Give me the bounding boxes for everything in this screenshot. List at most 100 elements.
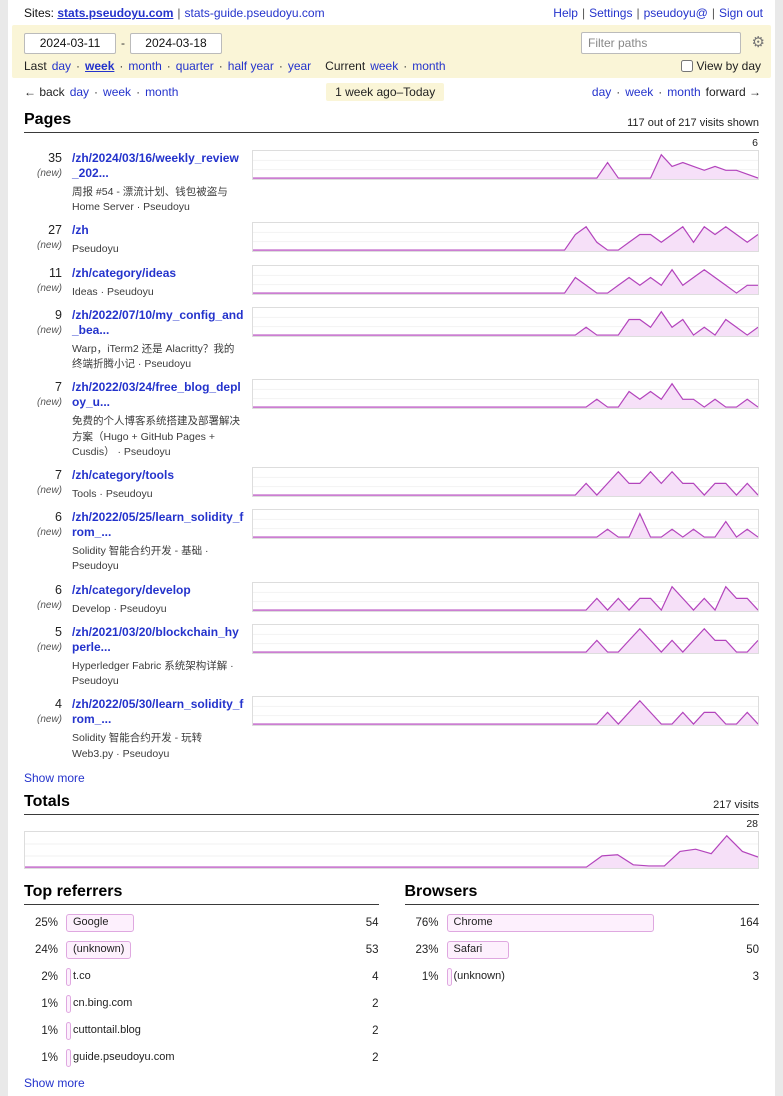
- referrer-count: 53: [345, 944, 379, 956]
- page-chart-col: [252, 307, 759, 372]
- page-visit-count: 27: [24, 223, 62, 237]
- page-path-link[interactable]: /zh/category/tools: [72, 468, 244, 483]
- page-new-badge: (new): [24, 527, 62, 538]
- page-chart-col: [252, 467, 759, 502]
- referrer-percent: 24%: [24, 944, 58, 956]
- period-link[interactable]: week: [85, 59, 114, 73]
- referrer-row: 1% cuttontail.blog 2: [24, 1022, 379, 1040]
- page-path-link[interactable]: /zh/category/ideas: [72, 266, 244, 281]
- page-title-text: Tools · Pseudoyu: [72, 487, 244, 502]
- page-visit-count: 7: [24, 468, 62, 482]
- page-row: 35 (new) /zh/2024/03/16/weekly_review_20…: [24, 150, 759, 215]
- page-visit-count: 9: [24, 308, 62, 322]
- period-link[interactable]: month: [128, 59, 161, 73]
- site-link[interactable]: stats-guide.pseudoyu.com: [185, 6, 325, 20]
- account-nav-link[interactable]: Sign out: [719, 6, 763, 20]
- page-sparkline-chart: [252, 307, 759, 337]
- separator: |: [712, 6, 715, 20]
- page-new-badge: (new): [24, 325, 62, 336]
- referrer-row: 25% Google 54: [24, 914, 379, 932]
- referrer-name: (unknown): [73, 943, 124, 955]
- chart-max-label: 6: [752, 137, 758, 149]
- page-count-col: 7 (new): [24, 379, 62, 460]
- page-title-text: Solidity 智能合约开发 - 玩转 Web3.py · Pseudoyu: [72, 731, 244, 761]
- pages-show-more-link[interactable]: Show more: [24, 771, 85, 785]
- totals-chart: [24, 831, 759, 869]
- date-from-input[interactable]: [24, 33, 116, 54]
- page-path-link[interactable]: /zh/2021/03/20/blockchain_hyperle...: [72, 625, 244, 655]
- forward-period-link[interactable]: week: [625, 85, 653, 99]
- referrer-count: 2: [345, 998, 379, 1010]
- page-path-col: /zh/2022/07/10/my_config_and_bea... Warp…: [62, 307, 252, 372]
- page-row: 9 (new) /zh/2022/07/10/my_config_and_bea…: [24, 307, 759, 372]
- page-row: 6 (new) /zh/category/develop Develop · P…: [24, 582, 759, 617]
- period-link[interactable]: quarter: [176, 59, 214, 73]
- page-chart-col: [252, 696, 759, 761]
- referrer-row: 1% cn.bing.com 2: [24, 995, 379, 1013]
- current-label: Current: [325, 59, 365, 73]
- page-sparkline-chart: [252, 582, 759, 612]
- page-path-col: /zh/category/develop Develop · Pseudoyu: [62, 582, 252, 617]
- page-visit-count: 6: [24, 510, 62, 524]
- toolbar-periods-row: Last dayweekmonthquarterhalf yearyear Cu…: [24, 59, 761, 73]
- browser-bar-track: Safari: [447, 941, 720, 959]
- page-title-text: Warp，iTerm2 还是 Alacritty？我的终端折腾小记 · Pseu…: [72, 342, 244, 372]
- view-by-day-checkbox[interactable]: [681, 60, 693, 72]
- forward-period-link[interactable]: month: [667, 85, 700, 99]
- page-path-link[interactable]: /zh/2022/03/24/free_blog_deploy_u...: [72, 380, 244, 410]
- current-period-link[interactable]: week: [370, 59, 398, 73]
- page-path-link[interactable]: /zh/2024/03/16/weekly_review_202...: [72, 151, 244, 181]
- referrers-show-more-link[interactable]: Show more: [24, 1076, 85, 1090]
- page-path-link[interactable]: /zh: [72, 223, 244, 238]
- browser-row: 23% Safari 50: [405, 941, 760, 959]
- referrer-percent: 1%: [24, 1052, 58, 1064]
- page-chart-col: [252, 624, 759, 689]
- sites-list: Sites: stats.pseudoyu.com|stats-guide.ps…: [24, 6, 325, 20]
- page-chart-col: [252, 222, 759, 257]
- period-link[interactable]: half year: [228, 59, 274, 73]
- page-title-text: 免费的个人博客系统搭建及部署解决方案（Hugo + GitHub Pages +…: [72, 414, 244, 460]
- browser-name: Chrome: [454, 916, 493, 928]
- referrer-bar-track: cn.bing.com: [66, 995, 339, 1013]
- back-period-link[interactable]: month: [145, 85, 178, 99]
- account-nav-link[interactable]: Help: [553, 6, 578, 20]
- sites-links: stats.pseudoyu.com|stats-guide.pseudoyu.…: [57, 6, 324, 20]
- date-to-input[interactable]: [130, 33, 222, 54]
- browser-name: (unknown): [454, 970, 505, 982]
- page-row: 6 (new) /zh/2022/05/25/learn_solidity_fr…: [24, 509, 759, 574]
- browser-count: 164: [725, 917, 759, 929]
- page-chart-col: [252, 509, 759, 574]
- account-nav-link[interactable]: Settings: [589, 6, 632, 20]
- page-chart-col: [252, 265, 759, 300]
- page-path-col: /zh/2021/03/20/blockchain_hyperle... Hyp…: [62, 624, 252, 689]
- referrer-bar: [66, 995, 71, 1013]
- referrer-bar-track: cuttontail.blog: [66, 1022, 339, 1040]
- forward-period-link[interactable]: day: [592, 85, 611, 99]
- pages-rows: 35 (new) /zh/2024/03/16/weekly_review_20…: [24, 150, 759, 762]
- totals-summary: 217 visits: [713, 799, 759, 811]
- browser-bar: [447, 968, 452, 986]
- page-path-link[interactable]: /zh/2022/05/30/learn_solidity_from_...: [72, 697, 244, 727]
- back-period-link[interactable]: day: [70, 85, 89, 99]
- page-sparkline-chart: [252, 265, 759, 295]
- site-link[interactable]: stats.pseudoyu.com: [57, 6, 173, 20]
- sites-label: Sites:: [24, 6, 54, 20]
- page-path-link[interactable]: /zh/2022/07/10/my_config_and_bea...: [72, 308, 244, 338]
- referrer-bar: [66, 1022, 71, 1040]
- page-path-link[interactable]: /zh/category/develop: [72, 583, 244, 598]
- back-period-link[interactable]: week: [103, 85, 131, 99]
- period-link[interactable]: day: [52, 59, 71, 73]
- account-nav-link[interactable]: pseudoyu@: [644, 6, 708, 20]
- page-count-col: 4 (new): [24, 696, 62, 761]
- referrer-name: cn.bing.com: [73, 997, 132, 1009]
- gear-icon[interactable]: ⚙: [752, 33, 765, 51]
- page-title-text: Pseudoyu: [72, 242, 244, 257]
- current-period-link[interactable]: month: [412, 59, 445, 73]
- view-by-day: View by day: [681, 59, 761, 73]
- page-new-badge: (new): [24, 642, 62, 653]
- page-path-link[interactable]: /zh/2022/05/25/learn_solidity_from_...: [72, 510, 244, 540]
- back-links: dayweek month: [70, 85, 179, 99]
- period-link[interactable]: year: [288, 59, 311, 73]
- page-sparkline-chart: [252, 467, 759, 497]
- filter-paths-input[interactable]: [581, 32, 741, 54]
